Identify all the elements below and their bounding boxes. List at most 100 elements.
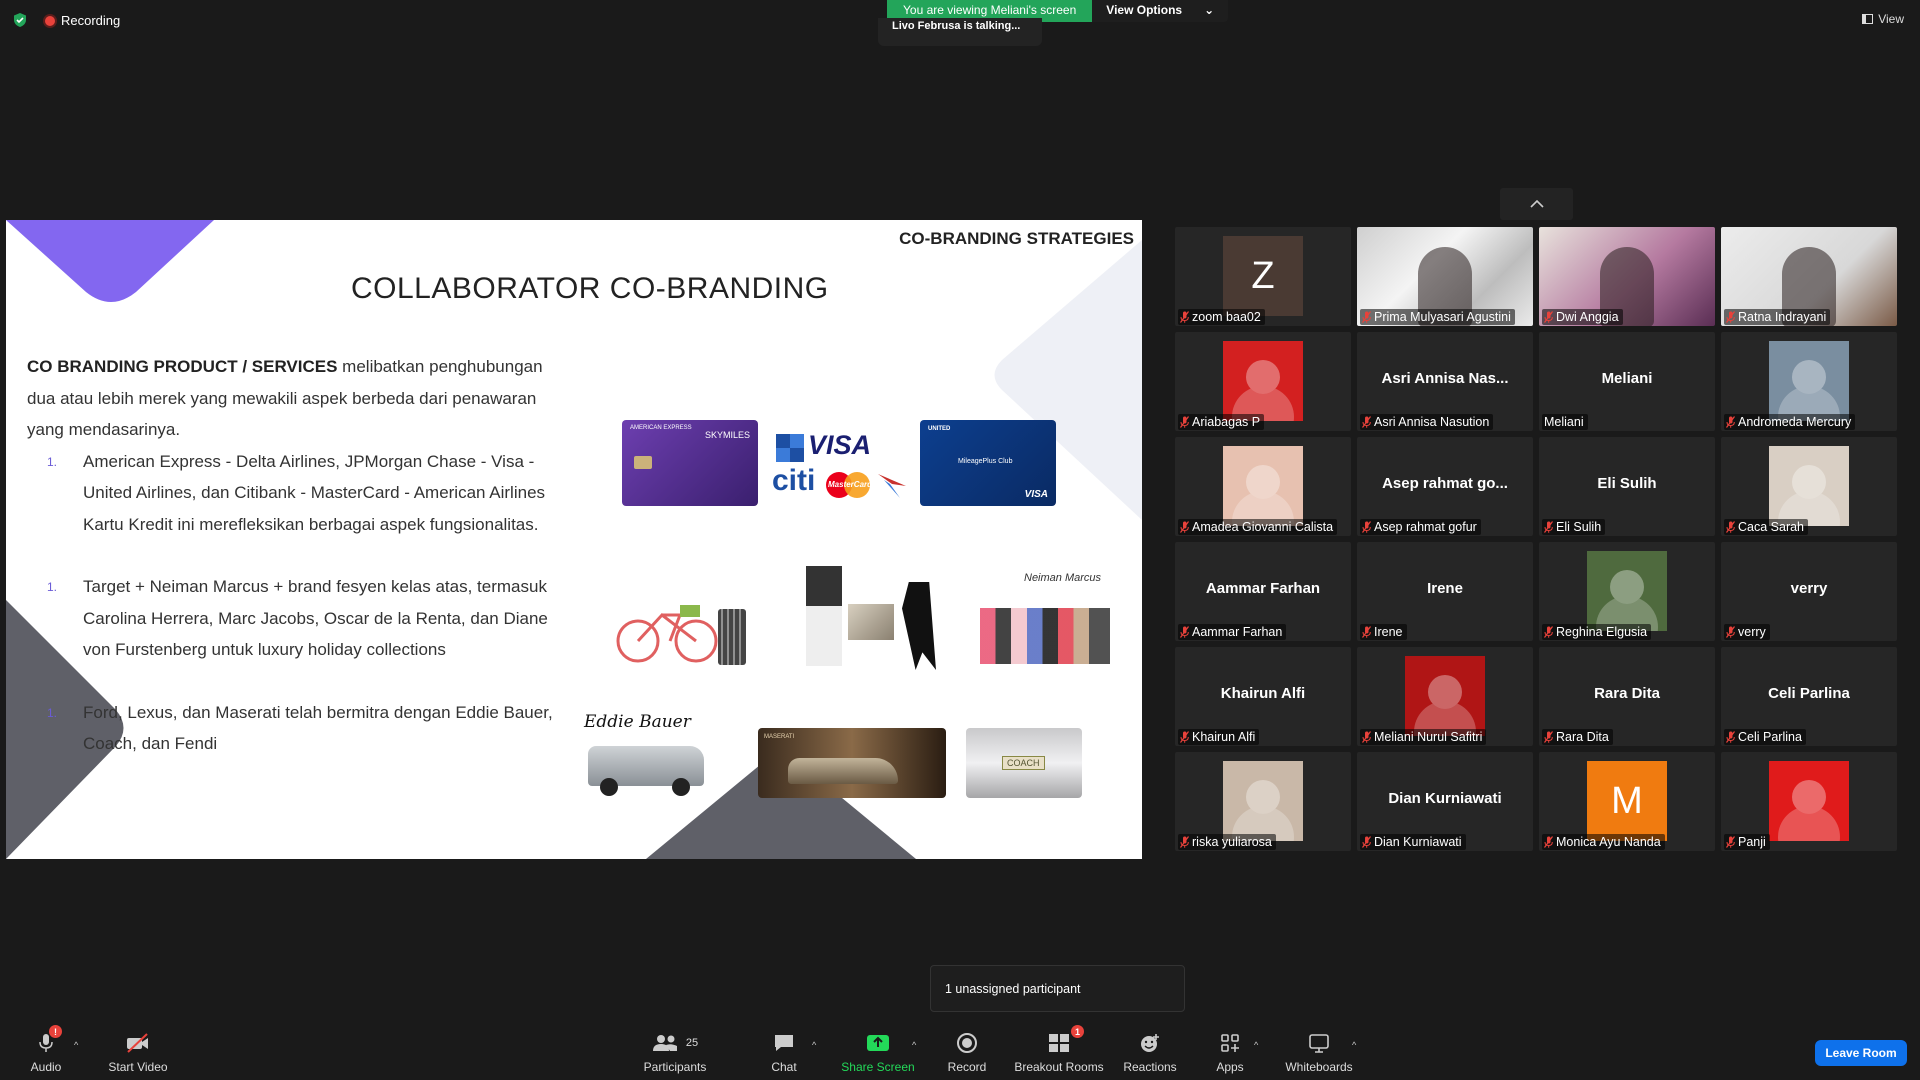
participant-name-tag: Irene <box>1360 624 1407 640</box>
participant-name-tag: Prima Mulyasari Agustini <box>1360 309 1515 325</box>
participant-name-tag: Amadea Giovanni Calista <box>1178 519 1338 535</box>
participant-tile[interactable]: Meliani Nurul Safitri <box>1357 647 1533 746</box>
participant-name: Andromeda Mercury <box>1738 415 1852 429</box>
unassigned-participant-notice[interactable]: 1 unassigned participant <box>930 965 1185 1012</box>
share-options-caret-icon[interactable]: ^ <box>912 1040 916 1050</box>
reactions-button[interactable]: Reactions <box>1123 1020 1177 1080</box>
participant-name: Caca Sarah <box>1738 520 1805 534</box>
participant-tile[interactable]: Irene Irene <box>1357 542 1533 641</box>
muted-microphone-icon <box>1726 731 1735 743</box>
participant-tile[interactable]: Ratna Indrayani <box>1721 227 1897 326</box>
whiteboards-options-caret-icon[interactable]: ^ <box>1352 1040 1356 1050</box>
participant-gallery: Zzoom baa02 Prima Mulyasari Agustini Dwi A… <box>1175 227 1902 853</box>
audio-options-caret-icon[interactable]: ^ <box>74 1040 78 1050</box>
breakout-rooms-icon <box>1049 1034 1069 1052</box>
view-layout-button[interactable]: View <box>1862 12 1904 26</box>
participant-tile[interactable]: Reghina Elgusia <box>1539 542 1715 641</box>
apps-label: Apps <box>1216 1060 1244 1074</box>
apps-button[interactable]: Apps <box>1212 1020 1248 1080</box>
recording-dot-icon <box>45 15 55 26</box>
card-text: VISA <box>1024 489 1048 500</box>
muted-microphone-icon <box>1180 731 1189 743</box>
breakout-badge: 1 <box>1071 1025 1084 1038</box>
participant-avatar: Z <box>1223 236 1303 316</box>
visa-logo-text: VISA <box>808 430 872 460</box>
participant-name-tag: Aammar Farhan <box>1178 624 1287 640</box>
slide-body: CO BRANDING PRODUCT / SERVICES melibatka… <box>27 351 557 760</box>
share-screen-label: Share Screen <box>841 1060 915 1074</box>
share-screen-button[interactable]: Share Screen <box>838 1020 918 1080</box>
slide-intro: CO BRANDING PRODUCT / SERVICES melibatka… <box>27 351 557 446</box>
participant-tile[interactable]: Zzoom baa02 <box>1175 227 1351 326</box>
muted-microphone-icon <box>1362 731 1371 743</box>
slide-header: CO-BRANDING STRATEGIES <box>899 229 1134 248</box>
participant-name: Eli Sulih <box>1556 520 1602 534</box>
muted-microphone-icon <box>1726 416 1735 428</box>
muted-microphone-icon <box>1362 836 1371 848</box>
breakout-rooms-button[interactable]: 1 Breakout Rooms <box>1012 1020 1106 1080</box>
chat-options-caret-icon[interactable]: ^ <box>812 1040 816 1050</box>
security-shield-icon[interactable] <box>12 12 28 28</box>
list-number: 1. <box>47 580 58 594</box>
participant-tile[interactable]: Rara Dita Rara Dita <box>1539 647 1715 746</box>
coach-logo-text: COACH <box>1002 756 1045 770</box>
muted-microphone-icon <box>1726 521 1735 533</box>
participant-tile[interactable]: Asep rahmat go... Asep rahmat gofur <box>1357 437 1533 536</box>
participant-name-tag: Monica Ayu Nanda <box>1542 834 1665 850</box>
participant-tile[interactable]: Amadea Giovanni Calista <box>1175 437 1351 536</box>
participant-tile[interactable]: Asri Annisa Nas... Asri Annisa Nasution <box>1357 332 1533 431</box>
slide-list-item: 1. American Express - Delta Airlines, JP… <box>47 446 557 541</box>
participant-name-tag: Dian Kurniawati <box>1360 834 1466 850</box>
participant-name: Ariabagas P <box>1192 415 1261 429</box>
participant-avatar <box>1769 446 1849 526</box>
start-video-button[interactable]: Start Video <box>108 1020 168 1080</box>
record-button[interactable]: Record <box>946 1020 988 1080</box>
muted-microphone-icon <box>1180 836 1189 848</box>
participant-tile[interactable]: Andromeda Mercury <box>1721 332 1897 431</box>
participant-tile[interactable]: Caca Sarah <box>1721 437 1897 536</box>
participant-name-large: Rara Dita <box>1594 685 1660 702</box>
muted-microphone-icon <box>1726 311 1735 323</box>
participant-name-large: verry <box>1790 580 1828 597</box>
list-text: Target + Neiman Marcus + brand fesyen ke… <box>83 577 548 659</box>
participant-tile[interactable]: Meliani Meliani <box>1539 332 1715 431</box>
video-off-icon <box>127 1033 148 1053</box>
view-options-button[interactable]: View Options ⌄ <box>1092 0 1229 22</box>
participant-tile[interactable]: M Monica Ayu Nanda <box>1539 752 1715 851</box>
chat-icon <box>775 1035 793 1051</box>
chat-label: Chat <box>771 1060 797 1074</box>
whiteboards-button[interactable]: Whiteboards <box>1282 1020 1356 1080</box>
chat-button[interactable]: Chat <box>764 1020 804 1080</box>
participant-name-tag: Meliani <box>1542 414 1588 430</box>
leave-room-button[interactable]: Leave Room <box>1815 1040 1907 1066</box>
list-text: Ford, Lexus, dan Maserati telah bermitra… <box>83 702 553 754</box>
participant-tile[interactable]: Celi Parlina Celi Parlina <box>1721 647 1897 746</box>
mastercard-logo-text: MasterCard <box>828 480 873 489</box>
apps-options-caret-icon[interactable]: ^ <box>1254 1040 1258 1050</box>
list-text: American Express - Delta Airlines, JPMor… <box>83 451 546 534</box>
participants-button[interactable]: 25 Participants <box>640 1020 710 1080</box>
muted-microphone-icon <box>1544 626 1553 638</box>
lexus-coach-image: COACH <box>966 728 1082 798</box>
participant-tile[interactable]: Dwi Anggia <box>1539 227 1715 326</box>
participant-tile[interactable]: Panji <box>1721 752 1897 851</box>
gallery-scroll-up-button[interactable] <box>1500 188 1573 220</box>
participant-tile[interactable]: Khairun Alfi Khairun Alfi <box>1175 647 1351 746</box>
participant-tile[interactable]: Ariabagas P <box>1175 332 1351 431</box>
reactions-icon <box>1141 1034 1159 1052</box>
participant-name-tag: Asri Annisa Nasution <box>1360 414 1494 430</box>
participant-name: Celi Parlina <box>1738 730 1802 744</box>
participant-tile[interactable]: Aammar Farhan Aammar Farhan <box>1175 542 1351 641</box>
participant-tile[interactable]: Eli Sulih Eli Sulih <box>1539 437 1715 536</box>
participant-name-tag: Panji <box>1724 834 1770 850</box>
participant-tile[interactable]: riska yuliarosa <box>1175 752 1351 851</box>
participant-name-tag: verry <box>1724 624 1770 640</box>
participant-tile[interactable]: Prima Mulyasari Agustini <box>1357 227 1533 326</box>
participant-tile[interactable]: Dian Kurniawati Dian Kurniawati <box>1357 752 1533 851</box>
eddie-bauer-ford-image: Eddie Bauer <box>580 712 710 804</box>
recording-indicator[interactable]: Recording <box>45 13 120 28</box>
audio-button[interactable]: ! Audio <box>26 1020 66 1080</box>
participant-tile[interactable]: verry verry <box>1721 542 1897 641</box>
card-text: UNITED <box>928 426 951 432</box>
participant-name-large: Aammar Farhan <box>1205 580 1321 597</box>
